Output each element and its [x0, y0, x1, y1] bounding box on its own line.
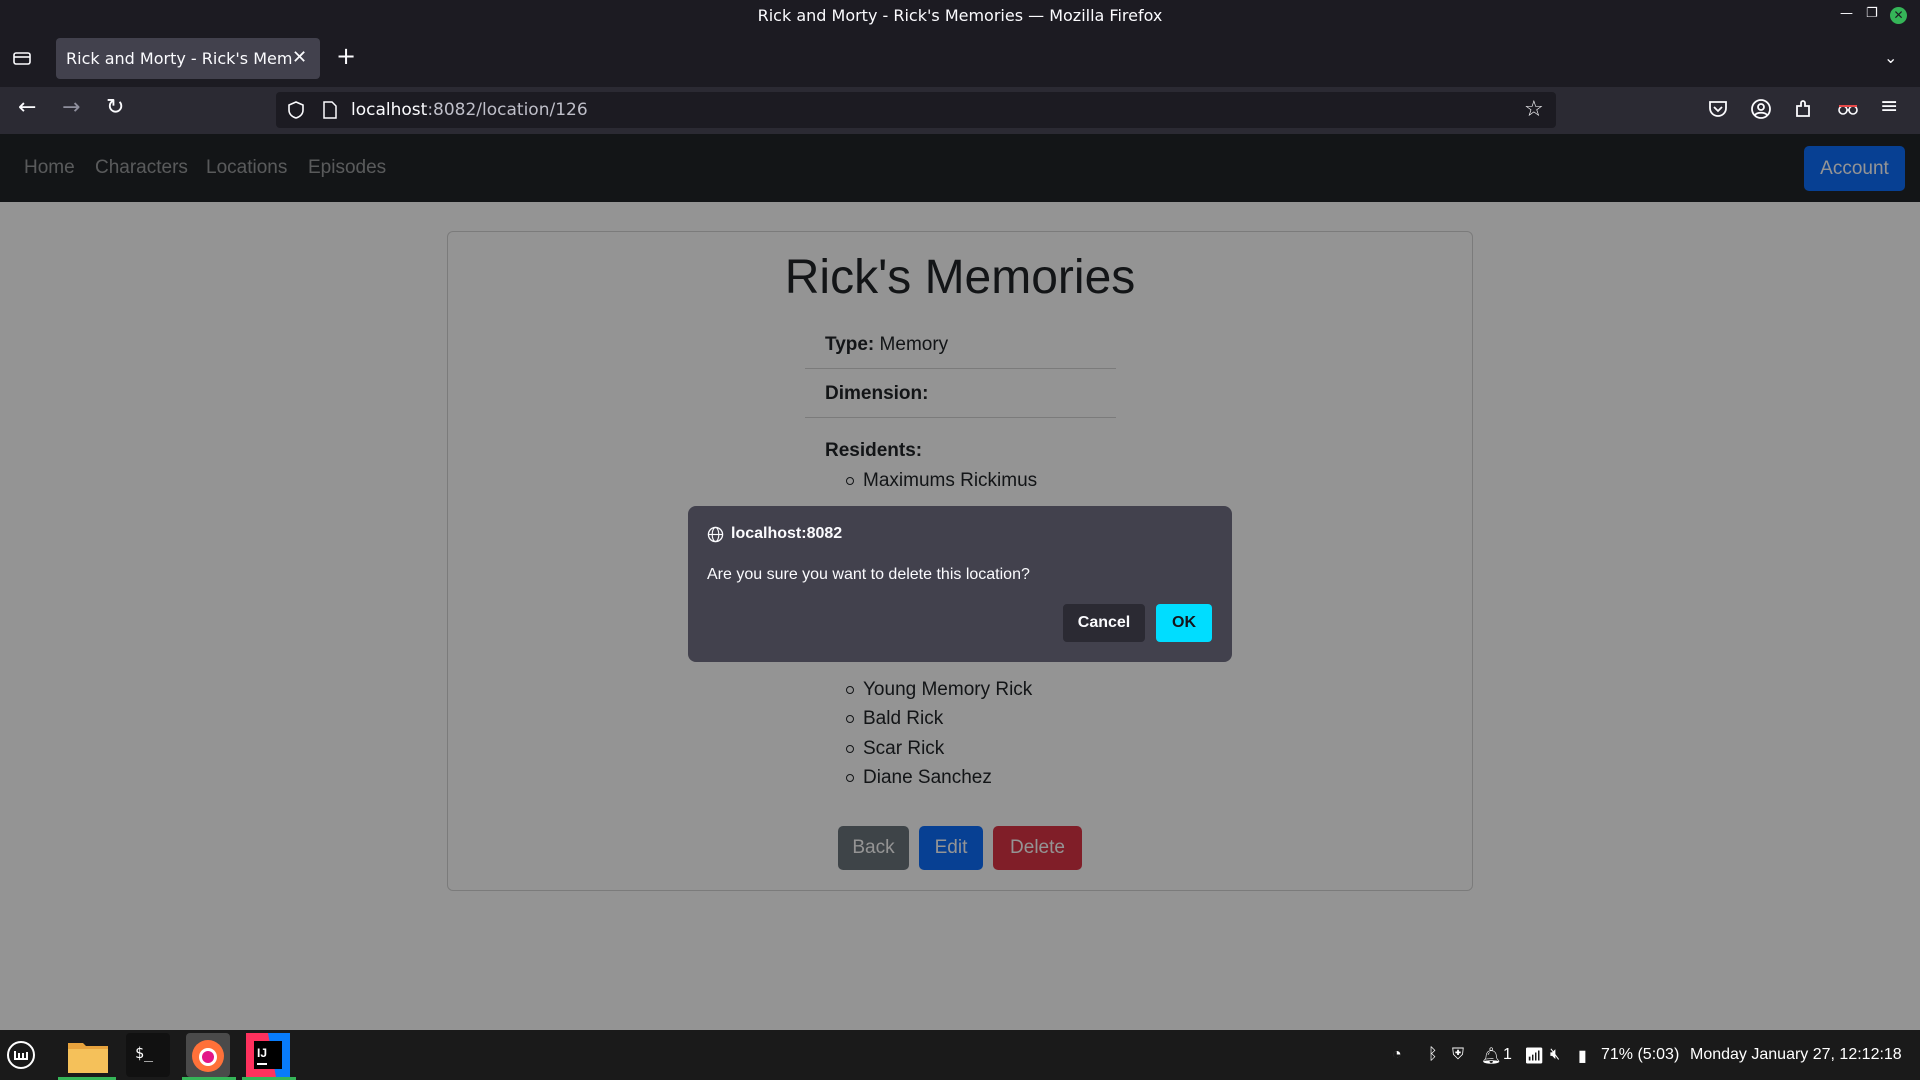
mint-menu-icon[interactable] — [6, 1040, 36, 1070]
shield-icon[interactable] — [286, 100, 306, 120]
minimize-icon[interactable]: — — [1840, 6, 1853, 21]
update-manager-icon[interactable]: ◔ — [1392, 1046, 1402, 1064]
window-title: Rick and Morty - Rick's Memories — Mozil… — [757, 6, 1163, 25]
close-window-icon[interactable]: ✕ — [1890, 7, 1907, 24]
window-titlebar: Rick and Morty - Rick's Memories — Mozil… — [0, 0, 1920, 30]
dialog-message: Are you sure you want to delete this loc… — [707, 566, 1030, 583]
notification-count: 1 — [1503, 1046, 1512, 1063]
battery-icon[interactable]: ▮ — [1578, 1046, 1587, 1066]
menu-hamburger-icon[interactable]: ≡ — [1880, 96, 1898, 118]
clock[interactable]: Monday January 27, 12:12:18 — [1690, 1046, 1902, 1064]
pocket-icon[interactable] — [1706, 97, 1730, 121]
firefox-app-icon[interactable] — [186, 1033, 230, 1077]
files-app-icon[interactable] — [66, 1033, 110, 1077]
page-icon[interactable] — [322, 101, 338, 119]
dialog-ok-button[interactable]: OK — [1156, 604, 1212, 642]
bluetooth-icon[interactable]: ᛒ — [1428, 1046, 1438, 1064]
dialog-origin: localhost:8082 — [731, 525, 843, 542]
maximize-icon[interactable]: ❐ — [1866, 6, 1878, 21]
tab-list-icon[interactable] — [12, 48, 32, 68]
chevron-down-icon[interactable]: ⌄ — [1884, 48, 1897, 67]
back-arrow-icon[interactable]: ← — [18, 97, 36, 119]
shield-tray-icon[interactable]: ⛨ — [1452, 1046, 1464, 1064]
battery-status[interactable]: 71% (5:03) — [1601, 1046, 1679, 1064]
extension-glasses-icon[interactable] — [1836, 97, 1860, 121]
confirm-dialog: localhost:8082 Are you sure you want to … — [688, 506, 1232, 662]
browser-navbar: ← → ↻ localhost:8082/location/126 ☆ ≡ — [0, 87, 1920, 134]
bookmark-star-icon[interactable]: ☆ — [1524, 97, 1544, 122]
reload-icon[interactable]: ↻ — [106, 97, 124, 119]
extensions-icon[interactable] — [1792, 97, 1816, 121]
notifications-icon[interactable]: 🔔︎ — [1481, 1046, 1501, 1066]
url-text[interactable]: localhost:8082/location/126 — [351, 100, 588, 120]
terminal-app-icon[interactable]: $_ — [126, 1033, 170, 1077]
svg-text:IJ: IJ — [257, 1046, 267, 1060]
account-icon[interactable] — [1749, 97, 1773, 121]
tab-strip: Rick and Morty - Rick's Memories ✕ + ⌄ — [0, 30, 1920, 87]
globe-icon — [707, 526, 724, 543]
dialog-cancel-button[interactable]: Cancel — [1063, 604, 1145, 642]
tab-close-icon[interactable]: ✕ — [292, 47, 307, 68]
intellij-app-icon[interactable]: IJ — [246, 1033, 290, 1077]
tab-title: Rick and Morty - Rick's Memories — [66, 49, 292, 68]
forward-arrow-icon[interactable]: → — [62, 97, 80, 119]
browser-tab-active[interactable]: Rick and Morty - Rick's Memories ✕ — [56, 38, 320, 79]
url-bar[interactable]: localhost:8082/location/126 ☆ — [276, 92, 1556, 128]
volume-muted-icon[interactable]: 🔇︎ — [1550, 1046, 1560, 1064]
wifi-icon[interactable]: 📶︎ — [1524, 1046, 1544, 1066]
new-tab-icon[interactable]: + — [336, 44, 356, 68]
taskbar: $_ IJ ◔ ᛒ ⛨ 🔔︎ 1 📶︎ 🔇︎ ▮ 71% (5:03) Mond… — [0, 1030, 1920, 1080]
